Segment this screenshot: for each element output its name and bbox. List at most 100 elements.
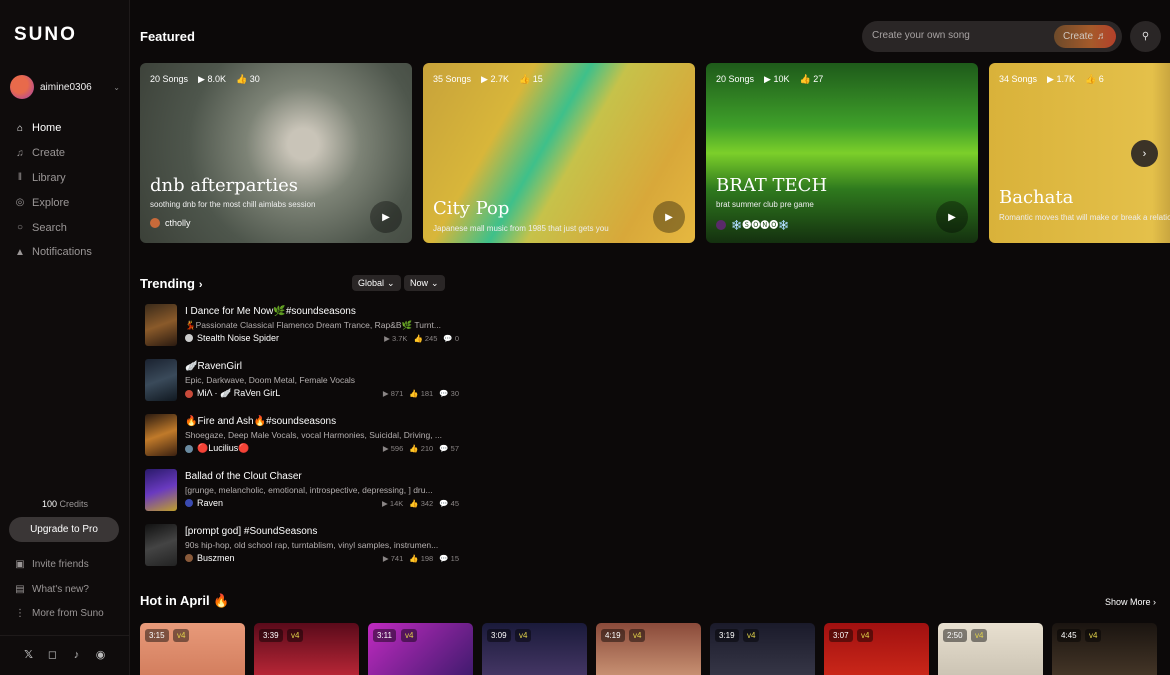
list-item[interactable]: 🪽RavenGirl Epic, Darkwave, Doom Metal, F… — [145, 359, 463, 403]
track-cover[interactable] — [145, 524, 177, 566]
featured-card[interactable]: 20 Songs ▶ 10K 👍 27 BRAT TECH brat summe… — [706, 63, 978, 243]
comment-count-value: 30 — [450, 389, 459, 398]
card-author[interactable]: ❄️🅢🅞🅝🅞❄️ — [716, 218, 789, 231]
like-count: 👍 30 — [235, 74, 260, 84]
duration-badge: 3:11 — [373, 629, 396, 642]
track-stats: ▶ 871 👍 181 💬 30 — [383, 389, 459, 398]
version-badge: v4 — [857, 629, 874, 642]
version-badge: v4 — [743, 629, 760, 642]
track-cover[interactable] — [145, 469, 177, 511]
track-author[interactable]: Stealth Noise Spider — [185, 333, 279, 343]
play-button[interactable]: ▶ — [653, 201, 685, 233]
user-menu[interactable]: aimine0306 ⌄ — [10, 74, 120, 100]
create-song-input[interactable]: Create your own song — [872, 30, 970, 41]
show-more-link[interactable]: Show More › — [1105, 597, 1156, 607]
hot-heading: Hot in April 🔥 — [140, 593, 230, 608]
featured-card[interactable]: 20 Songs ▶ 8.0K 👍 30 dnb afterparties so… — [140, 63, 412, 243]
author-name: ❄️🅢🅞🅝🅞❄️ — [731, 220, 790, 230]
list-item[interactable]: 🔥Fire and Ash🔥#soundseasons Shoegaze, De… — [145, 414, 463, 458]
compass-icon: ◎ — [15, 197, 25, 209]
nav-item-more[interactable]: ⋮ More from Suno — [14, 602, 104, 627]
song-card[interactable]: 3:11 v4 — [368, 623, 473, 675]
track-title[interactable]: [prompt god] #SoundSeasons — [185, 526, 317, 537]
track-tags: Epic, Darkwave, Doom Metal, Female Vocal… — [185, 375, 356, 385]
track-author[interactable]: Buszmen — [185, 553, 235, 563]
time-filter[interactable]: Now ⌄ — [404, 275, 445, 291]
song-card[interactable]: 4:45 v4 — [1052, 623, 1157, 675]
song-card[interactable]: 3:09 v4 — [482, 623, 587, 675]
play-icon: ▶ — [665, 211, 673, 223]
song-card[interactable]: 3:39 v4 — [254, 623, 359, 675]
track-title[interactable]: Ballad of the Clout Chaser — [185, 471, 302, 482]
tiktok-icon[interactable]: ♪ — [70, 648, 83, 661]
instagram-icon[interactable]: ◻ — [46, 648, 59, 661]
upgrade-button[interactable]: Upgrade to Pro — [9, 517, 119, 542]
play-button[interactable]: ▶ — [370, 201, 402, 233]
search-button[interactable]: ⚲ — [1130, 21, 1161, 52]
search-icon: ⚲ — [1141, 31, 1150, 42]
track-cover[interactable] — [145, 414, 177, 456]
like-count-value: 181 — [420, 389, 434, 398]
track-tags: 90s hip-hop, old school rap, turntablism… — [185, 540, 439, 550]
discord-icon[interactable]: ◉ — [94, 648, 107, 661]
card-title: City Pop — [433, 198, 510, 219]
nav-item-whats-new[interactable]: ▤ What's new? — [14, 577, 104, 602]
nav-item-create[interactable]: ♫ Create — [14, 141, 92, 166]
card-stats: 20 Songs ▶ 10K 👍 27 — [716, 74, 823, 85]
featured-card[interactable]: 35 Songs ▶ 2.7K 👍 15 City Pop Japanese m… — [423, 63, 695, 243]
play-icon: ▶ — [948, 211, 956, 223]
nav-item-library[interactable]: ‖ Library — [14, 166, 92, 191]
author-name: Stealth Noise Spider — [197, 333, 280, 343]
nav-label: Create — [32, 147, 66, 160]
play-count: ▶ 741 — [382, 554, 404, 563]
nav-item-search[interactable]: ○ Search — [14, 215, 92, 240]
song-card[interactable]: 3:19 v4 — [710, 623, 815, 675]
version-badge: v4 — [971, 629, 988, 642]
avatar — [10, 75, 34, 99]
carousel-next-button[interactable]: › — [1131, 140, 1158, 167]
track-stats: ▶ 3.7K 👍 245 💬 0 — [384, 334, 459, 343]
nav-item-invite[interactable]: ▣ Invite friends — [14, 552, 104, 577]
author-name: ctholly — [165, 218, 191, 228]
news-icon: ▤ — [15, 583, 25, 595]
featured-carousel: 20 Songs ▶ 8.0K 👍 30 dnb afterparties so… — [140, 63, 1170, 244]
nav-item-notifications[interactable]: ▲ Notifications — [14, 240, 92, 265]
song-card[interactable]: 3:07 v4 — [824, 623, 929, 675]
nav-item-explore[interactable]: ◎ Explore — [14, 190, 92, 215]
trending-heading[interactable]: Trending › — [140, 276, 203, 291]
track-author[interactable]: MiΛ · 🪽 RaVen GirL — [185, 388, 280, 399]
create-song-bar[interactable]: Create your own song Create ♬ — [862, 21, 1122, 52]
track-title[interactable]: 🔥Fire and Ash🔥#soundseasons — [185, 416, 336, 427]
track-title[interactable]: 🪽RavenGirl — [185, 361, 242, 372]
card-title: Bachata — [999, 187, 1074, 208]
credits-label: Credits — [59, 499, 89, 509]
trending-heading-label: Trending — [140, 276, 195, 291]
list-item[interactable]: Ballad of the Clout Chaser [grunge, mela… — [145, 469, 463, 513]
nav-item-home[interactable]: ⌂ Home — [14, 116, 92, 141]
play-count-value: 8.0K — [207, 74, 226, 84]
track-author[interactable]: Raven — [185, 498, 223, 508]
track-cover[interactable] — [145, 304, 177, 346]
show-more-label: Show More — [1105, 597, 1151, 607]
region-filter[interactable]: Global ⌄ — [352, 275, 401, 291]
suno-logo[interactable]: SUNO — [14, 24, 77, 46]
track-stats: ▶ 741 👍 198 💬 15 — [383, 554, 459, 563]
create-button[interactable]: Create ♬ — [1054, 25, 1116, 48]
track-author[interactable]: 🔴Lucilius🔴 — [185, 443, 249, 454]
play-button[interactable]: ▶ — [936, 201, 968, 233]
song-card[interactable]: 3:15 v4 — [140, 623, 245, 675]
track-title[interactable]: I Dance for Me Now🌿#soundseasons — [185, 306, 356, 317]
card-author[interactable]: ctholly — [150, 218, 191, 228]
play-count-value: 1.7K — [1056, 74, 1075, 84]
like-count: 👍 27 — [799, 74, 824, 84]
track-cover[interactable] — [145, 359, 177, 401]
card-description: Romantic moves that will make or break a… — [999, 213, 1170, 222]
song-card[interactable]: 4:19 v4 — [596, 623, 701, 675]
list-item[interactable]: I Dance for Me Now🌿#soundseasons 💃Passio… — [145, 304, 463, 348]
nav-label: Invite friends — [32, 558, 89, 570]
chevron-down-icon: ⌄ — [387, 277, 395, 288]
song-card[interactable]: 2:50 v4 — [938, 623, 1043, 675]
nav-label: Explore — [32, 196, 70, 209]
x-icon[interactable]: 𝕏 — [22, 648, 35, 661]
list-item[interactable]: [prompt god] #SoundSeasons 90s hip-hop, … — [145, 524, 463, 568]
